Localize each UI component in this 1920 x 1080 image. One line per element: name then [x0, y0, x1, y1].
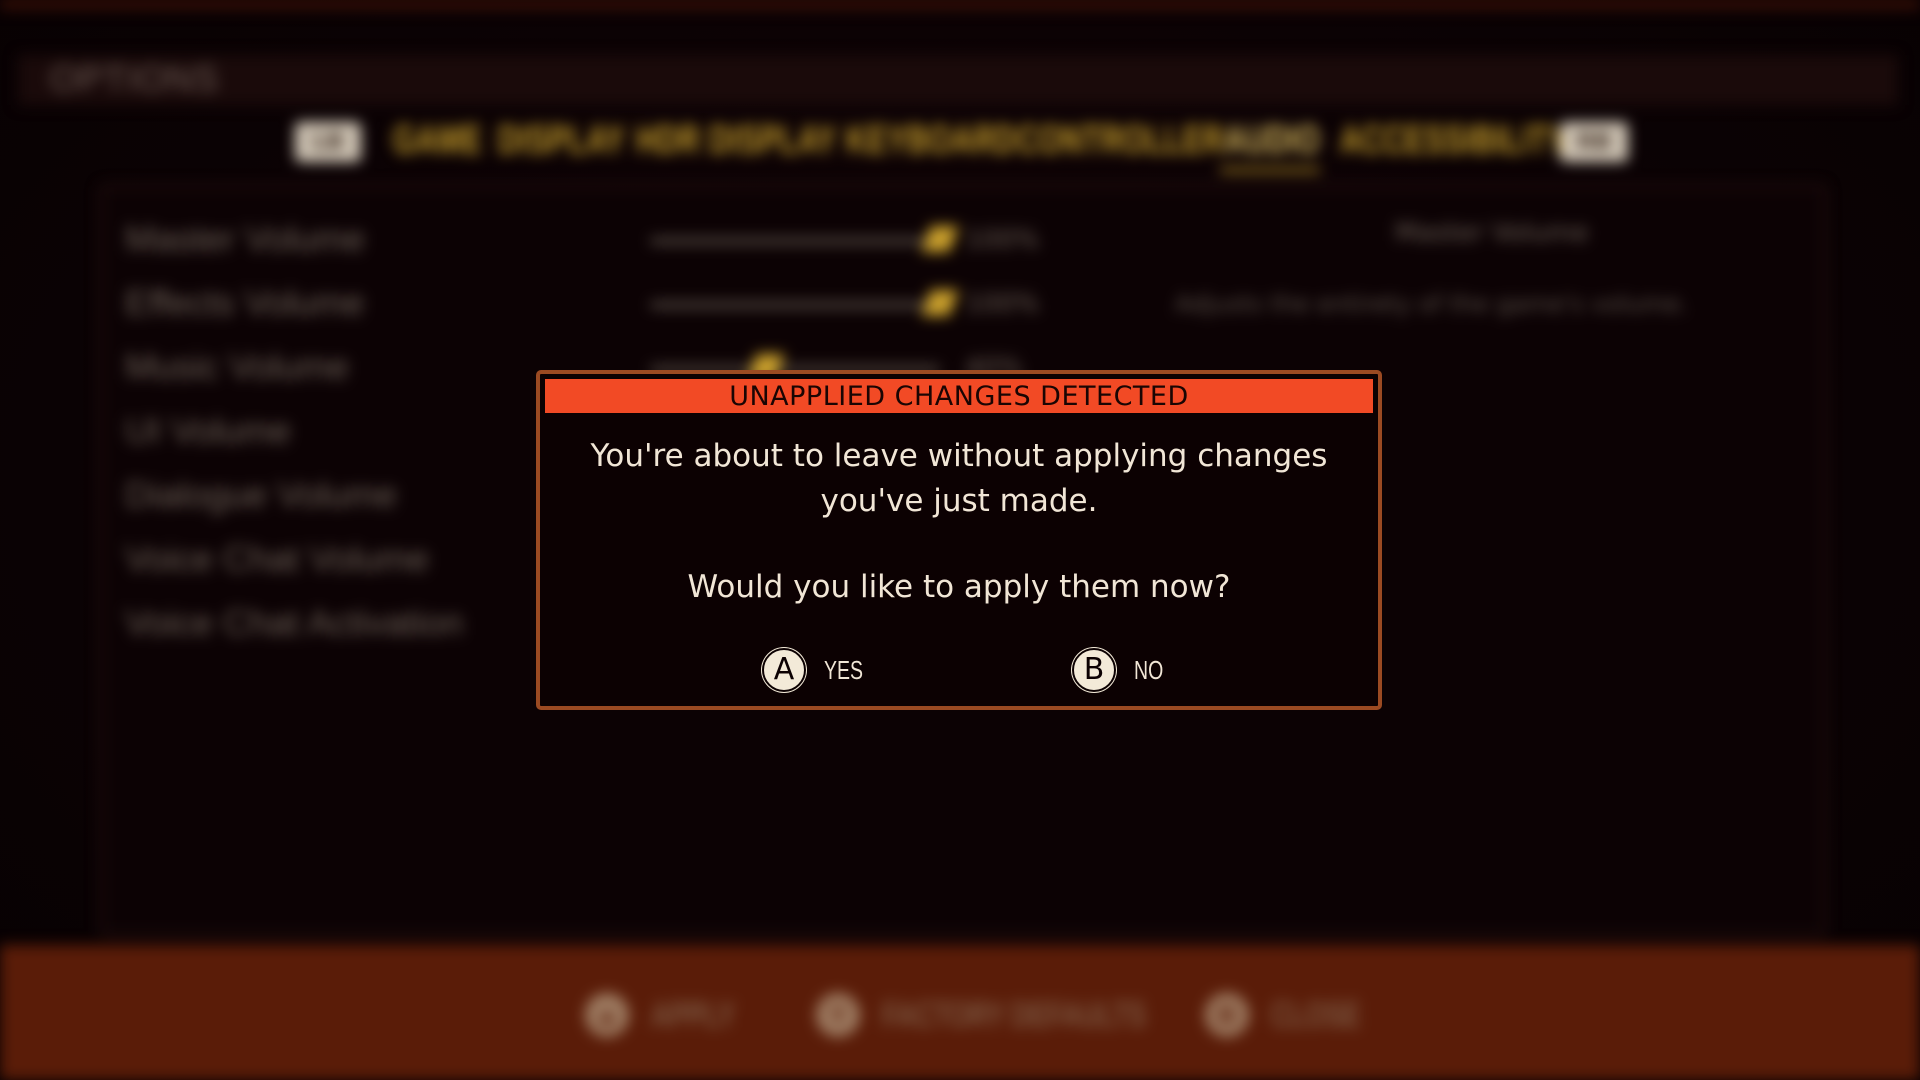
setting-voice-chat-volume[interactable]: Voice Chat Volume [125, 538, 429, 580]
setting-music-volume[interactable]: Music Volume [125, 346, 349, 388]
close-label: CLOSE [1271, 994, 1361, 1035]
tab-display[interactable]: DISPLAY [498, 118, 625, 163]
y-button-icon: Y [816, 993, 860, 1037]
factory-defaults-hint[interactable]: Y FACTORY DEFAULTS [816, 990, 1249, 1040]
top-border [0, 0, 1920, 10]
effects-volume-value: 100% [965, 289, 1040, 319]
no-label: NO [1134, 654, 1164, 685]
dialog-message-line-2: you've just made. [820, 483, 1098, 519]
dialog-message-line-1: You're about to leave without applying c… [590, 438, 1328, 474]
tab-hdr-display[interactable]: HDR DISPLAY [636, 118, 836, 163]
b-button-icon: B [1205, 993, 1249, 1037]
b-button-icon: B [1072, 648, 1116, 692]
tab-controller[interactable]: CONTROLLER [1017, 118, 1224, 163]
setting-master-volume[interactable]: Master Volume [125, 218, 365, 260]
close-hint[interactable]: B CLOSE [1205, 990, 1395, 1040]
options-header [18, 55, 1898, 105]
setting-effects-volume[interactable]: Effects Volume [125, 282, 364, 324]
apply-icon: ▲ [585, 993, 629, 1037]
right-bumper-icon[interactable]: RB [1560, 122, 1628, 162]
apply-hint[interactable]: ▲ APPLY [585, 990, 768, 1040]
active-tab-underline [1220, 168, 1320, 172]
description-title: Master Volume [1395, 218, 1589, 248]
a-button-icon: A [762, 648, 806, 692]
dialog-message: You're about to leave without applying c… [540, 434, 1378, 524]
effects-volume-slider[interactable] [650, 302, 940, 308]
dialog-title: UNAPPLIED CHANGES DETECTED [545, 379, 1373, 413]
dialog-question: Would you like to apply them now? [687, 569, 1231, 605]
setting-dialogue-volume[interactable]: Dialogue Volume [125, 474, 397, 516]
unapplied-changes-dialog: UNAPPLIED CHANGES DETECTED You're about … [536, 370, 1382, 710]
setting-ui-volume[interactable]: UI Volume [125, 410, 291, 452]
tab-game[interactable]: GAME [393, 118, 482, 163]
yes-label: YES [824, 654, 864, 685]
apply-label: APPLY [651, 994, 736, 1035]
options-title: OPTIONS [50, 58, 220, 99]
tab-keyboard[interactable]: KEYBOARD [846, 118, 1017, 163]
yes-button[interactable]: A YES [762, 648, 876, 692]
setting-voice-chat-activation[interactable]: Voice Chat Activation [125, 602, 463, 644]
left-bumper-icon[interactable]: LB [295, 122, 361, 162]
tab-accessibility[interactable]: ACCESSIBILITY [1340, 118, 1569, 163]
game-screen: OPTIONS LB GAME DISPLAY HDR DISPLAY KEYB… [0, 0, 1920, 1080]
master-volume-value: 100% [965, 225, 1040, 255]
no-button[interactable]: B NO [1072, 648, 1173, 692]
master-volume-slider[interactable] [650, 238, 940, 244]
description-text: Adjusts the entirety of the game's volum… [1175, 290, 1688, 318]
factory-defaults-label: FACTORY DEFAULTS [882, 994, 1147, 1035]
tab-audio[interactable]: AUDIO [1224, 118, 1320, 163]
